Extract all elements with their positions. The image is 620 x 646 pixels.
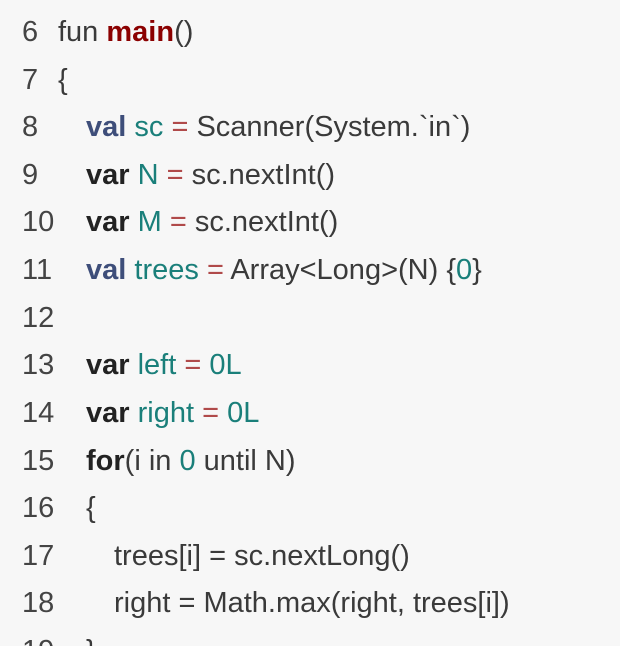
code-token: for bbox=[86, 445, 125, 477]
code-token: } bbox=[86, 635, 96, 646]
line-number: 16 bbox=[22, 492, 55, 524]
line-number: 13 bbox=[22, 349, 55, 381]
code-text: right = Math.max(right, trees[i]) bbox=[114, 579, 510, 627]
code-token: trees[i] = sc.nextLong() bbox=[114, 540, 410, 572]
code-text: { bbox=[86, 484, 96, 532]
code-token: Array<Long>(N) { bbox=[223, 254, 457, 286]
code-token: left bbox=[137, 349, 177, 381]
line-number: 10 bbox=[22, 206, 55, 238]
code-token: 0 bbox=[179, 445, 196, 477]
code-token: var bbox=[86, 349, 130, 381]
code-token: right = Math.max(right, trees[i]) bbox=[114, 587, 510, 619]
code-token: fun bbox=[58, 16, 107, 48]
code-token: () bbox=[174, 16, 194, 48]
code-text: var right = 0L bbox=[86, 389, 259, 437]
code-token: = bbox=[166, 159, 184, 191]
code-editor: 6 fun main() 7 { 8 val sc = Scanner(System.… bbox=[0, 0, 620, 646]
code-token: Scanner(System.`in`) bbox=[188, 111, 471, 143]
code-token: 0L bbox=[209, 349, 242, 381]
code-text: } bbox=[86, 627, 96, 646]
code-token: sc bbox=[134, 111, 164, 143]
code-text: var M = sc.nextInt() bbox=[86, 198, 338, 246]
code-text: trees[i] = sc.nextLong() bbox=[114, 532, 410, 580]
code-token: 0L bbox=[227, 397, 260, 429]
code-text: for(i in 0 until N) bbox=[86, 437, 296, 485]
code-token: M bbox=[137, 206, 162, 238]
code-token: = bbox=[206, 254, 224, 286]
code-token: trees bbox=[134, 254, 199, 286]
line-number: 15 bbox=[22, 445, 55, 477]
line-number: 11 bbox=[22, 254, 53, 286]
code-text: { bbox=[58, 56, 68, 104]
code-token: sc.nextInt() bbox=[183, 159, 336, 191]
code-text: val sc = Scanner(System.`in`) bbox=[86, 103, 470, 151]
code-token: N bbox=[137, 159, 159, 191]
code-token: right bbox=[137, 397, 195, 429]
line-number: 19 bbox=[22, 627, 54, 646]
line-number: 12 bbox=[22, 302, 55, 334]
line-number: 17 bbox=[22, 540, 55, 572]
code-token: var bbox=[86, 397, 130, 429]
code-token: until N) bbox=[195, 445, 296, 477]
code-text: var left = 0L bbox=[86, 341, 242, 389]
line-number: 7 bbox=[22, 64, 39, 96]
code-token: var bbox=[86, 206, 130, 238]
line-number: 6 bbox=[22, 16, 39, 48]
code-token: { bbox=[86, 492, 96, 524]
code-token: var bbox=[86, 159, 130, 191]
code-text: fun main() bbox=[58, 8, 193, 56]
code-token: val bbox=[86, 111, 127, 143]
line-number: 18 bbox=[22, 587, 55, 619]
code-token: = bbox=[169, 206, 187, 238]
code-token: sc.nextInt() bbox=[186, 206, 339, 238]
code-token: main bbox=[106, 16, 175, 48]
code-token: = bbox=[202, 397, 220, 429]
code-token: { bbox=[58, 64, 68, 96]
code-token: = bbox=[171, 111, 189, 143]
line-number: 8 bbox=[22, 111, 39, 143]
code-token: 0 bbox=[456, 254, 473, 286]
code-token: = bbox=[184, 349, 202, 381]
line-number: 9 bbox=[22, 159, 39, 191]
line-number: 14 bbox=[22, 397, 55, 429]
code-text: var N = sc.nextInt() bbox=[86, 151, 335, 199]
code-token: (i in bbox=[124, 445, 180, 477]
code-token: val bbox=[86, 254, 127, 286]
code-text: val trees = Array<Long>(N) {0} bbox=[86, 246, 482, 294]
code-token: } bbox=[472, 254, 482, 286]
